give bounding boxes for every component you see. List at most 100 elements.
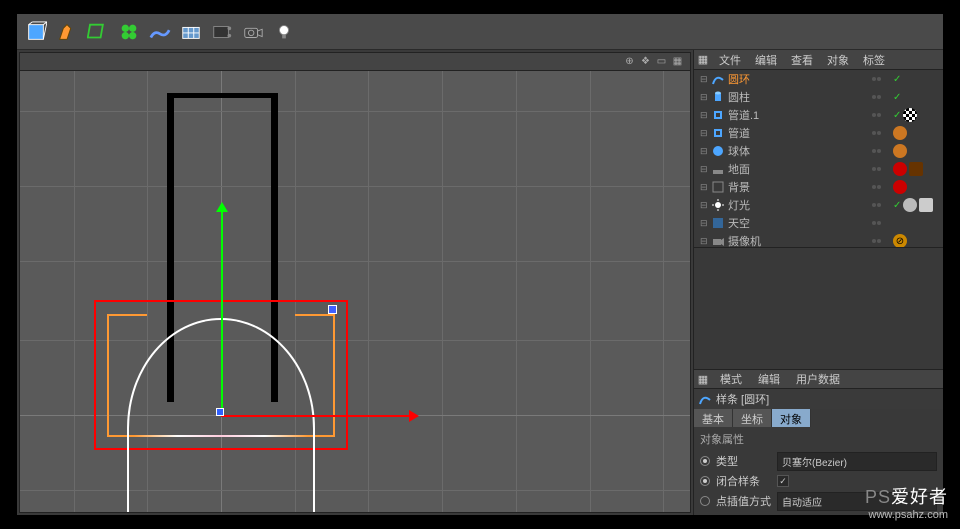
radio-icon[interactable] xyxy=(700,456,710,466)
object-type-icon xyxy=(711,108,725,122)
object-row[interactable]: ⊟背景 xyxy=(694,178,943,196)
object-type-icon xyxy=(711,180,725,194)
tab-tag[interactable]: 标签 xyxy=(856,50,892,70)
checkbox[interactable]: ✓ xyxy=(777,475,789,487)
object-name: 圆柱 xyxy=(728,89,768,105)
corner-handle[interactable] xyxy=(328,305,337,314)
tool-cube-icon[interactable] xyxy=(21,17,50,46)
object-type-icon xyxy=(711,234,725,248)
check-icon: ✓ xyxy=(893,74,901,85)
tab-edit[interactable]: 编辑 xyxy=(748,50,784,70)
tool-scene-icon[interactable] xyxy=(145,17,174,46)
object-row[interactable]: ⊟灯光✓ xyxy=(694,196,943,214)
tool-render-icon[interactable] xyxy=(207,17,236,46)
viewport-3d[interactable] xyxy=(20,71,690,512)
object-type-icon xyxy=(711,144,725,158)
tool-camera-icon[interactable] xyxy=(238,17,267,46)
attr-section-title: 对象属性 xyxy=(700,431,937,447)
visibility-dots[interactable] xyxy=(872,167,886,171)
material-tag[interactable] xyxy=(903,108,917,122)
material-tag[interactable] xyxy=(893,162,907,176)
attr-section: 对象属性 类型贝塞尔(Bezier)闭合样条✓点插值方式自动适应 xyxy=(694,427,943,515)
image-tag[interactable] xyxy=(919,198,933,212)
object-type-icon xyxy=(711,126,725,140)
tool-deform-icon[interactable] xyxy=(83,17,112,46)
attr-label: 点插值方式 xyxy=(716,493,771,509)
visibility-dots[interactable] xyxy=(872,77,886,81)
grid-icon[interactable]: ▦ xyxy=(694,52,712,68)
material-tag[interactable] xyxy=(893,144,907,158)
object-row[interactable]: ⊟天空 xyxy=(694,214,943,232)
material-tag[interactable] xyxy=(893,180,907,194)
object-name: 灯光 xyxy=(728,197,768,213)
object-type-icon xyxy=(711,162,725,176)
tool-light-icon[interactable] xyxy=(269,17,298,46)
attr-label: 类型 xyxy=(716,453,771,469)
material-tag[interactable] xyxy=(893,126,907,140)
tab-file[interactable]: 文件 xyxy=(712,50,748,70)
object-name: 管道 xyxy=(728,125,768,141)
visibility-dots[interactable] xyxy=(872,149,886,153)
main-toolbar xyxy=(17,14,943,50)
object-row[interactable]: ⊟球体 xyxy=(694,142,943,160)
object-row[interactable]: ⊟地面 xyxy=(694,160,943,178)
tool-pen-icon[interactable] xyxy=(52,17,81,46)
object-list[interactable]: ⊟圆环✓⊟圆柱✓⊟管道.1✓⊟管道⊟球体⊟地面⊟背景⊟灯光✓⊟天空⊟摄像机⊘ xyxy=(694,70,943,248)
viewport-header: ⊕ ❖ ▭ ▦ xyxy=(20,53,690,71)
object-manager-tabs: ▦ 文件 编辑 查看 对象 标签 xyxy=(694,50,943,70)
tab-mode[interactable]: 模式 xyxy=(712,369,750,389)
attr-value-field[interactable]: 贝塞尔(Bezier) xyxy=(777,452,937,471)
vp-icon-1[interactable]: ⊕ xyxy=(623,55,636,68)
tool-spline-icon[interactable] xyxy=(176,17,205,46)
attr-title-text: 样条 [圆环] xyxy=(716,391,769,407)
vp-icon-2[interactable]: ❖ xyxy=(639,55,652,68)
object-type-icon xyxy=(711,216,725,230)
movie-tag[interactable] xyxy=(909,162,923,176)
check-icon: ✓ xyxy=(893,92,901,103)
object-name: 背景 xyxy=(728,179,768,195)
tab-view[interactable]: 查看 xyxy=(784,50,820,70)
attr-subtabs: 基本坐标对象 xyxy=(694,409,943,427)
attr-row: 点插值方式自动适应 xyxy=(700,491,937,511)
selection-edge-top xyxy=(107,314,147,316)
z-axis-gizmo[interactable] xyxy=(216,408,224,416)
subtab-对象[interactable]: 对象 xyxy=(772,409,811,427)
tab-edit2[interactable]: 编辑 xyxy=(750,369,788,389)
tool-mograph-icon[interactable] xyxy=(114,17,143,46)
object-name: 球体 xyxy=(728,143,768,159)
visibility-dots[interactable] xyxy=(872,185,886,189)
subtab-坐标[interactable]: 坐标 xyxy=(733,409,772,427)
tab-object[interactable]: 对象 xyxy=(820,50,856,70)
object-type-icon xyxy=(711,90,725,104)
prohibit-icon: ⊘ xyxy=(893,234,907,248)
gradient-line xyxy=(134,435,308,437)
visibility-dots[interactable] xyxy=(872,203,886,207)
grid-icon[interactable]: ▦ xyxy=(694,371,712,387)
attr-row: 闭合样条✓ xyxy=(700,471,937,491)
material-tag[interactable] xyxy=(903,198,917,212)
object-name: 摄像机 xyxy=(728,233,768,248)
radio-icon[interactable] xyxy=(700,496,710,506)
vp-icon-3[interactable]: ▭ xyxy=(655,55,668,68)
attr-title-row: 样条 [圆环] xyxy=(694,389,943,409)
visibility-dots[interactable] xyxy=(872,95,886,99)
tab-userdata[interactable]: 用户数据 xyxy=(788,369,848,389)
object-type-icon xyxy=(711,72,725,86)
object-row[interactable]: ⊟圆环✓ xyxy=(694,70,943,88)
radio-icon[interactable] xyxy=(700,476,710,486)
object-row[interactable]: ⊟管道.1✓ xyxy=(694,106,943,124)
visibility-dots[interactable] xyxy=(872,113,886,117)
right-panel: ▦ 文件 编辑 查看 对象 标签 ⊟圆环✓⊟圆柱✓⊟管道.1✓⊟管道⊟球体⊟地面… xyxy=(693,50,943,515)
visibility-dots[interactable] xyxy=(872,131,886,135)
attr-value-field[interactable]: 自动适应 xyxy=(777,492,937,511)
object-row[interactable]: ⊟摄像机⊘ xyxy=(694,232,943,248)
attribute-manager-tabs: ▦ 模式 编辑 用户数据 xyxy=(694,369,943,389)
visibility-dots[interactable] xyxy=(872,239,886,243)
visibility-dots[interactable] xyxy=(872,221,886,225)
subtab-基本[interactable]: 基本 xyxy=(694,409,733,427)
attr-row: 类型贝塞尔(Bezier) xyxy=(700,451,937,471)
object-row[interactable]: ⊟圆柱✓ xyxy=(694,88,943,106)
vp-icon-4[interactable]: ▦ xyxy=(671,55,684,68)
object-row[interactable]: ⊟管道 xyxy=(694,124,943,142)
object-name: 管道.1 xyxy=(728,107,768,123)
